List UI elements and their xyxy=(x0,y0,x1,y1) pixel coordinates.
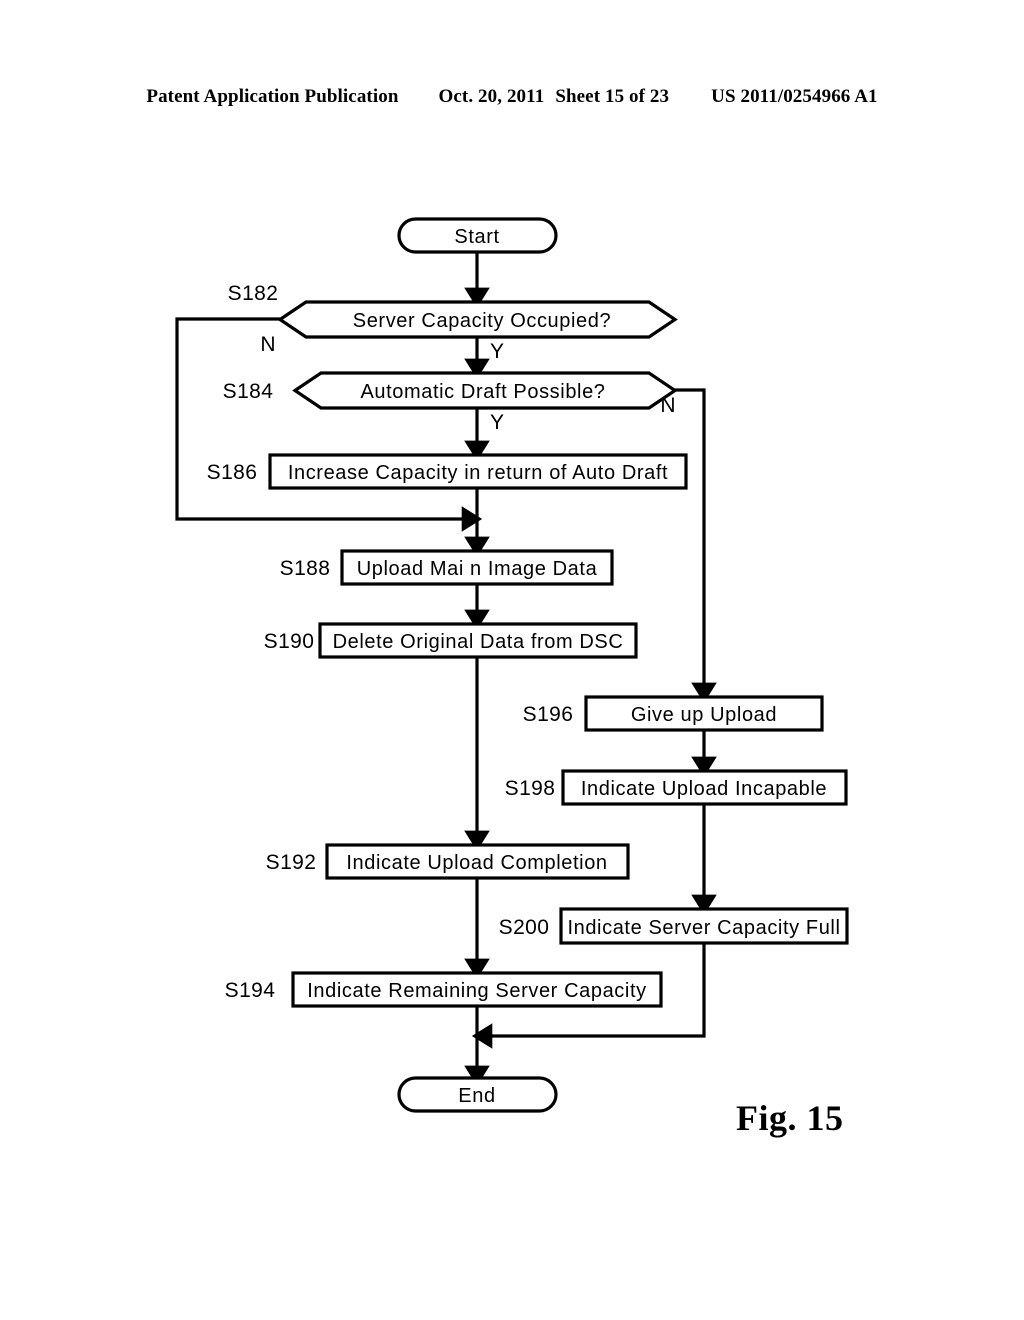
node-s184: Automatic Draft Possible? S184 Y N xyxy=(223,371,678,434)
s186-step-label: S186 xyxy=(207,461,258,484)
s200-step-label: S200 xyxy=(499,916,550,939)
s190-process-label: Delete Original Data from DSC xyxy=(333,631,624,653)
node-s186: Increase Capacity in return of Auto Draf… xyxy=(207,453,688,490)
s184-step-label: S184 xyxy=(223,380,274,403)
node-start: Start xyxy=(397,217,558,254)
node-s198: Indicate Upload Incapable S198 xyxy=(505,769,848,806)
patent-drawing-page: Patent Application Publication Oct. 20, … xyxy=(0,0,1024,1320)
figure-caption: Fig. 15 xyxy=(736,1098,844,1138)
node-s196: Give up Upload S196 xyxy=(523,695,824,732)
s194-process-label: Indicate Remaining Server Capacity xyxy=(307,980,646,1002)
node-s200: Indicate Server Capacity Full S200 xyxy=(499,907,849,945)
s198-process-label: Indicate Upload Incapable xyxy=(581,778,827,800)
s184-no-branch-label: N xyxy=(660,394,675,417)
s182-step-label: S182 xyxy=(228,282,279,305)
end-terminator-label: End xyxy=(458,1085,495,1107)
s190-step-label: S190 xyxy=(264,630,315,653)
s196-process-label: Give up Upload xyxy=(631,704,777,726)
s182-yes-branch-label: Y xyxy=(490,340,504,363)
s188-step-label: S188 xyxy=(280,557,331,580)
flowchart-svg: Start Server Capacity Occupied? S182 N Y… xyxy=(175,217,849,1113)
start-terminator-label: Start xyxy=(454,226,499,248)
s182-no-branch-label: N xyxy=(260,333,275,356)
s188-process-label: Upload Mai n Image Data xyxy=(357,558,598,580)
node-end: End xyxy=(397,1076,558,1113)
node-s192: Indicate Upload Completion S192 xyxy=(266,843,630,880)
s192-process-label: Indicate Upload Completion xyxy=(346,852,607,874)
s194-step-label: S194 xyxy=(225,979,276,1002)
s192-step-label: S192 xyxy=(266,851,317,874)
s186-process-label: Increase Capacity in return of Auto Draf… xyxy=(288,462,668,484)
s184-yes-branch-label: Y xyxy=(490,411,504,434)
node-s194: Indicate Remaining Server Capacity S194 xyxy=(225,971,663,1008)
s182-decision-label: Server Capacity Occupied? xyxy=(353,310,611,332)
s198-step-label: S198 xyxy=(505,777,556,800)
s184-decision-label: Automatic Draft Possible? xyxy=(360,381,605,403)
edge-s184-no-to-s196 xyxy=(675,388,717,704)
s196-step-label: S196 xyxy=(523,703,574,726)
s200-process-label: Indicate Server Capacity Full xyxy=(567,917,840,939)
node-s188: Upload Mai n Image Data S188 xyxy=(280,549,614,586)
node-s190: Delete Original Data from DSC S190 xyxy=(264,622,638,659)
node-s182: Server Capacity Occupied? S182 N Y xyxy=(228,282,678,363)
